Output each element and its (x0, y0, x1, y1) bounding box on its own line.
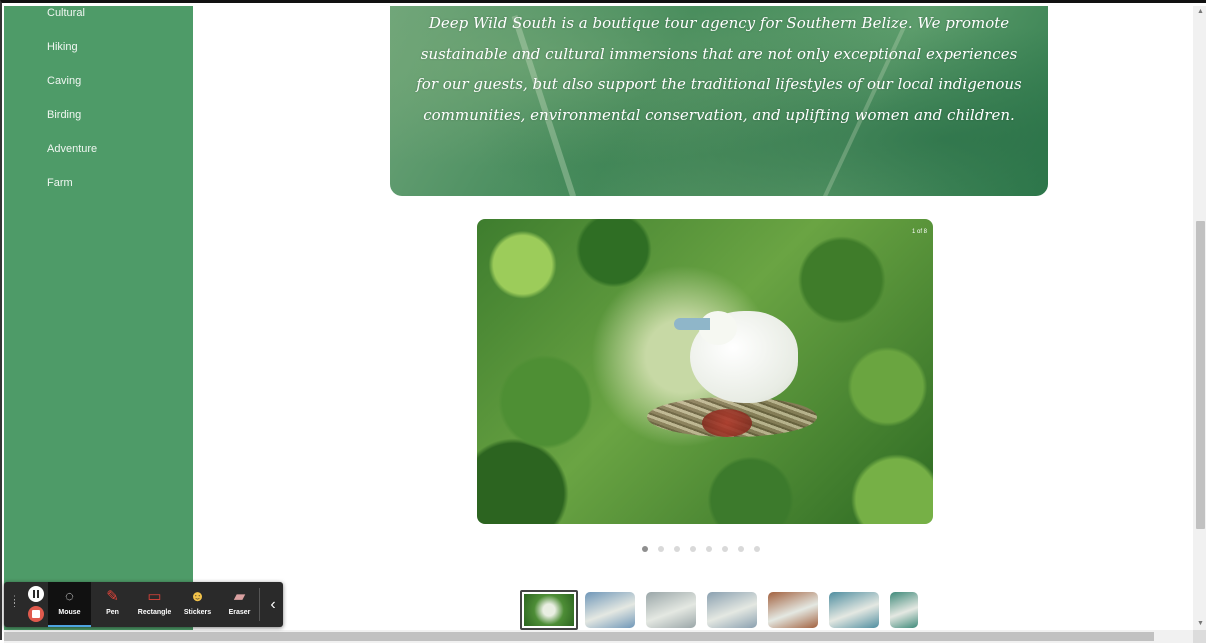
tool-label: Rectangle (137, 609, 172, 616)
sidebar-item-hiking[interactable]: Hiking (47, 41, 78, 53)
pagination-dot[interactable] (738, 546, 744, 552)
mouse-tool-button[interactable]: ◌ Mouse (48, 582, 91, 627)
thumbnail[interactable] (707, 592, 757, 628)
thumbnail-strip (520, 590, 920, 630)
pagination-dot[interactable] (674, 546, 680, 552)
intro-text: Deep Wild South is a boutique tour agenc… (416, 14, 1022, 124)
scroll-down-arrow-icon[interactable]: ▼ (1196, 619, 1205, 629)
thumbnail[interactable] (585, 592, 635, 628)
sticker-icon: ☻ (189, 588, 206, 605)
eraser-icon: ▰ (233, 588, 246, 605)
toolbar-divider (259, 588, 260, 621)
pause-recording-icon[interactable] (28, 586, 44, 602)
tool-label: Eraser (228, 609, 251, 616)
recording-toolbar: ⋮ ⋮ ◌ Mouse ✎ Pen ▭ Rectangle ☻ Stickers … (4, 582, 283, 627)
horizontal-scrollbar[interactable] (4, 630, 1193, 643)
vertical-scroll-thumb[interactable] (1196, 221, 1205, 529)
rectangle-icon: ▭ (147, 588, 162, 605)
browser-viewport: Cultural Hiking Caving Birding Adventure… (0, 0, 1206, 643)
bird-beak-shape (674, 318, 710, 330)
tool-label: Mouse (58, 609, 81, 616)
sidebar-item-cultural[interactable]: Cultural (47, 7, 85, 19)
tool-label: Pen (106, 609, 119, 616)
pagination-dot[interactable] (658, 546, 664, 552)
sidebar-item-birding[interactable]: Birding (47, 109, 81, 121)
tool-label: Stickers (183, 609, 212, 616)
slide-pagination (642, 546, 760, 552)
thumbnail[interactable] (768, 592, 818, 628)
pagination-dot[interactable] (706, 546, 712, 552)
nest-detail-shape (702, 409, 752, 437)
sidebar-item-caving[interactable]: Caving (47, 75, 81, 87)
pagination-dot[interactable] (642, 546, 648, 552)
mouse-cursor-icon: ◌ (65, 588, 74, 605)
thumbnail-selected[interactable] (520, 590, 578, 630)
thumbnail[interactable] (646, 592, 696, 628)
slideshow-image[interactable]: 1 of 8 (477, 219, 933, 524)
pagination-dot[interactable] (722, 546, 728, 552)
rectangle-tool-button[interactable]: ▭ Rectangle (133, 582, 176, 627)
scrollbar-corner (1193, 630, 1206, 643)
stop-recording-icon[interactable] (28, 606, 44, 622)
thumbnail[interactable] (829, 592, 879, 628)
pagination-dot[interactable] (754, 546, 760, 552)
sidebar-item-adventure[interactable]: Adventure (47, 143, 97, 155)
eraser-tool-button[interactable]: ▰ Eraser (218, 582, 261, 627)
drag-handle-icon[interactable]: ⋮ ⋮ (10, 595, 19, 608)
intro-banner: Deep Wild South is a boutique tour agenc… (390, 6, 1048, 196)
stickers-tool-button[interactable]: ☻ Stickers (176, 582, 219, 627)
pen-icon: ✎ (106, 588, 119, 605)
slide-counter: 1 of 8 (911, 229, 927, 235)
pen-tool-button[interactable]: ✎ Pen (91, 582, 134, 627)
pagination-dot[interactable] (690, 546, 696, 552)
sidebar-item-farm[interactable]: Farm (47, 177, 73, 189)
collapse-toolbar-chevron-icon[interactable]: ‹ (263, 582, 283, 627)
scroll-up-arrow-icon[interactable]: ▲ (1196, 7, 1205, 17)
thumbnail[interactable] (890, 592, 918, 628)
sidebar: Cultural Hiking Caving Birding Adventure… (4, 6, 193, 643)
vertical-scrollbar[interactable]: ▲ ▼ (1193, 6, 1206, 630)
